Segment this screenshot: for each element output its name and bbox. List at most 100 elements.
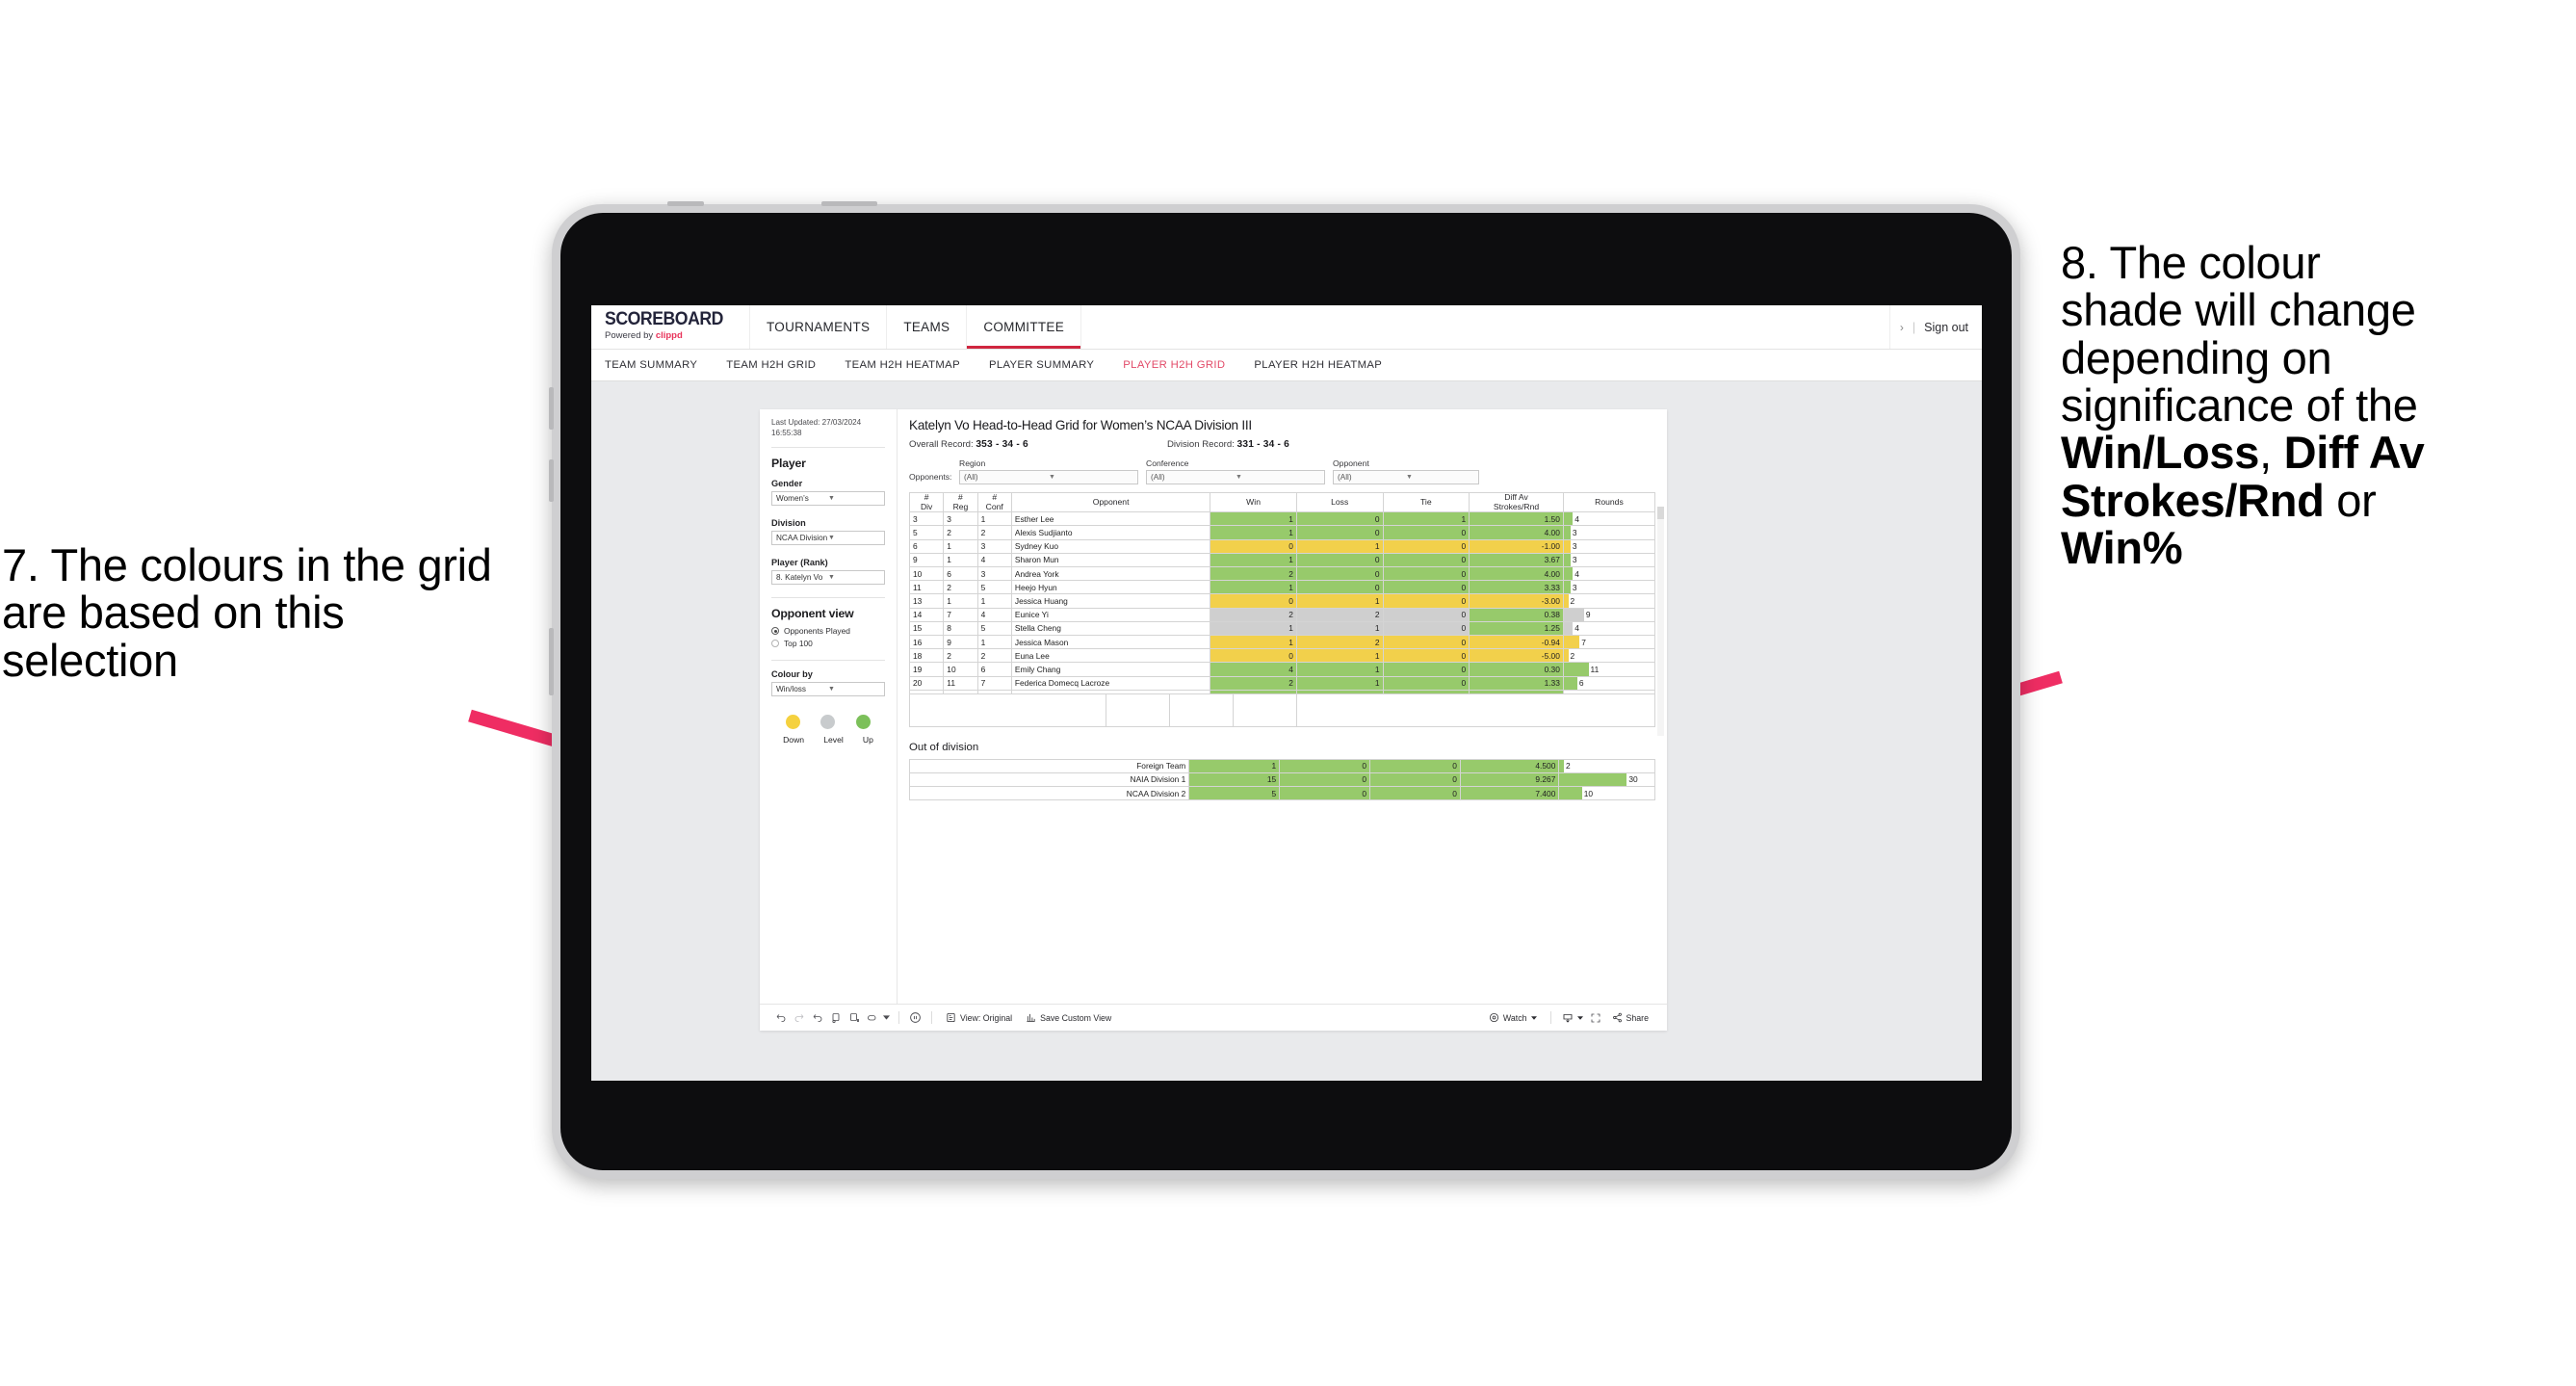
division-record-value: 331 - 34 - 6: [1236, 439, 1290, 450]
table-row[interactable]: 11 2 5 Heejo Hyun 1 0 0 3.33 3: [908, 580, 1656, 595]
download-button[interactable]: [1558, 1012, 1587, 1024]
opponent-value: (All): [1338, 473, 1352, 482]
device-button-top-2: [821, 201, 877, 206]
row-cell-reg: 1: [943, 552, 978, 568]
subnav-tab-player-summary[interactable]: PLAYER SUMMARY: [989, 359, 1111, 371]
row-cell-div: 11: [908, 580, 945, 595]
rounds-value: 9: [1585, 610, 1591, 620]
subnav-tab-team-h2h-heatmap[interactable]: TEAM H2H HEATMAP: [845, 359, 977, 371]
ood-cell-loss: 0: [1279, 758, 1371, 773]
table-scrollbar[interactable]: [1657, 507, 1664, 736]
view-original-label: View: Original: [960, 1012, 1013, 1023]
legend-dot-down: [785, 715, 800, 730]
division-select[interactable]: NCAA Division III ▼: [771, 531, 885, 546]
table-row[interactable]: 10 6 3 Andrea York 2 0 0 4.00 4: [908, 565, 1656, 582]
chevron-right-icon[interactable]: ›: [1900, 321, 1904, 334]
row-cell-conf: 5: [976, 620, 1012, 636]
device-button-left-1: [549, 387, 554, 430]
rounds-bar-fill: [1559, 772, 1627, 787]
subnav-tab-player-h2h-heatmap[interactable]: PLAYER H2H HEATMAP: [1254, 359, 1399, 371]
player-rank-select[interactable]: 8. Katelyn Vo ▼: [771, 570, 885, 586]
radio-opponents-played[interactable]: Opponents Played: [771, 626, 885, 636]
subnav-tab-player-h2h-grid[interactable]: PLAYER H2H GRID: [1123, 359, 1242, 371]
undo-icon[interactable]: [771, 1008, 790, 1027]
redo-icon[interactable]: [790, 1008, 808, 1027]
highlight-dropdown-icon[interactable]: [881, 1008, 892, 1027]
rounds-value: 3: [1572, 541, 1577, 552]
out-of-division-row[interactable]: NCAA Division 2 5 0 0 7.400 10: [908, 786, 1655, 801]
gender-select[interactable]: Women’s ▼: [771, 491, 885, 507]
bottom-toolbar: View: Original Save Custom View Watch Sh…: [760, 1004, 1667, 1031]
refresh-data-icon[interactable]: [826, 1008, 845, 1027]
row-cell-div: 19: [908, 662, 945, 677]
col-header-loss: Loss: [1295, 491, 1384, 513]
row-cell-div: 20: [908, 675, 945, 691]
rounds-value: 4: [1574, 623, 1579, 634]
rounds-value: 7: [1581, 637, 1586, 647]
filter-group-colour-by: Colour by Win/loss ▼: [771, 669, 885, 697]
table-row[interactable]: 3 3 1 Esther Lee 1 0 1 1.50 4: [908, 511, 1656, 527]
table-row[interactable]: 9 1 4 Sharon Mun 1 0 0 3.67 3: [908, 552, 1656, 568]
fullscreen-icon[interactable]: [1587, 1008, 1605, 1027]
rounds-value: 2: [1566, 761, 1571, 771]
radio-top-100-label: Top 100: [784, 639, 813, 649]
top-navigation-bar: SCOREBOARD Powered by clippd TOURNAMENTS…: [591, 305, 1982, 350]
row-cell-tie: 0: [1382, 552, 1470, 568]
footer-cell-2: [1106, 693, 1170, 726]
ood-cell-diff: 4.500: [1459, 758, 1560, 773]
table-row[interactable]: 18 2 2 Euna Lee 0 1 0 -5.00 2: [908, 648, 1656, 664]
save-custom-view-button[interactable]: Save Custom View: [1019, 1012, 1118, 1023]
share-button[interactable]: Share: [1605, 1012, 1655, 1023]
revert-icon[interactable]: [808, 1008, 826, 1027]
out-of-division-row[interactable]: Foreign Team 1 0 0 4.500 2: [908, 758, 1655, 773]
row-cell-div: 13: [908, 593, 945, 609]
row-cell-div: 18: [908, 648, 945, 664]
chevron-down-icon: ▼: [828, 574, 835, 582]
region-select[interactable]: (All) ▼: [959, 470, 1138, 484]
opponent-select[interactable]: (All) ▼: [1333, 470, 1479, 484]
table-row[interactable]: 5 2 2 Alexis Sudjianto 1 0 0 4.00 3: [908, 525, 1656, 540]
row-cell-reg: 2: [943, 525, 978, 540]
nav-tab-teams[interactable]: TEAMS: [887, 305, 968, 349]
subnav-tab-team-summary[interactable]: TEAM SUMMARY: [605, 359, 715, 371]
scrollbar-thumb[interactable]: [1657, 507, 1664, 519]
row-cell-opponent: Jessica Mason: [1010, 634, 1211, 650]
highlight-icon[interactable]: [863, 1008, 881, 1027]
player-rank-value: 8. Katelyn Vo: [776, 573, 823, 583]
sign-out-link[interactable]: Sign out: [1924, 321, 1968, 334]
subnav-tab-team-h2h-grid[interactable]: TEAM H2H GRID: [726, 359, 833, 371]
ood-cell-name: Foreign Team: [908, 758, 1190, 773]
legend-label-down: Down: [783, 735, 805, 745]
annotation-8-text: 8. The colour shade will change dependin…: [2061, 239, 2571, 571]
table-row[interactable]: 14 7 4 Eunice Yi 2 2 0 0.38 9: [908, 607, 1656, 622]
pause-auto-update-icon[interactable]: [906, 1008, 924, 1027]
conference-select[interactable]: (All) ▼: [1146, 470, 1325, 484]
radio-top-100[interactable]: Top 100: [771, 639, 885, 648]
table-row[interactable]: 6 1 3 Sydney Kuo 0 1 0 -1.00 3: [908, 538, 1656, 554]
rounds-value: 4: [1574, 513, 1579, 524]
row-cell-loss: 2: [1295, 634, 1384, 650]
colour-by-select[interactable]: Win/loss ▼: [771, 682, 885, 697]
rounds-bar-cell: 3: [1562, 538, 1656, 554]
row-cell-win: 0: [1210, 593, 1297, 609]
row-cell-div: 5: [908, 525, 945, 540]
nav-tab-tournaments[interactable]: TOURNAMENTS: [750, 305, 888, 349]
table-row[interactable]: 16 9 1 Jessica Mason 1 2 0 -0.94 7: [908, 634, 1656, 650]
out-of-division-row[interactable]: NAIA Division 1 15 0 0 9.267 30: [908, 771, 1655, 788]
page-root: 7. The colours in the grid are based on …: [0, 0, 2576, 1386]
scrollbar-track: [1657, 507, 1664, 736]
brand-logo[interactable]: SCOREBOARD Powered by clippd: [591, 305, 750, 349]
watch-button[interactable]: Watch: [1482, 1012, 1544, 1023]
row-cell-win: 2: [1210, 565, 1297, 582]
rounds-bar-fill: [1564, 677, 1577, 690]
chevron-down-icon: ▼: [828, 686, 835, 693]
table-row[interactable]: 19 10 6 Emily Chang 4 1 0 0.30 11: [908, 662, 1656, 677]
table-row[interactable]: 15 8 5 Stella Cheng 1 1 0 1.25 4: [908, 620, 1656, 636]
view-original-button[interactable]: View: Original: [939, 1012, 1019, 1023]
row-cell-conf: 4: [976, 552, 1012, 568]
table-row[interactable]: 20 11 7 Federica Domecq Lacroze 2 1 0 1.33 6: [908, 675, 1656, 691]
pause-updates-icon[interactable]: [845, 1008, 863, 1027]
row-cell-loss: 1: [1295, 620, 1384, 636]
table-row[interactable]: 13 1 1 Jessica Huang 0 1 0 -3.00 2: [908, 593, 1656, 609]
nav-tab-committee[interactable]: COMMITTEE: [967, 305, 1082, 349]
